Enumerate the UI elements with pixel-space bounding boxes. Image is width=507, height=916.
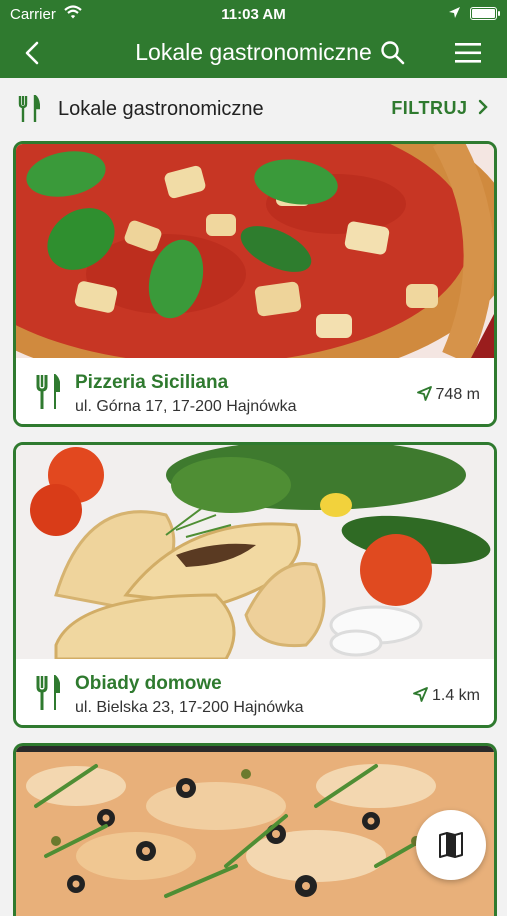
filter-button[interactable]: FILTRUJ xyxy=(391,98,489,119)
map-icon xyxy=(439,832,463,858)
cutlery-icon xyxy=(18,95,40,122)
card-info: Obiady domowe ul. Bielska 23, 17-200 Haj… xyxy=(16,659,494,725)
list-subheader: Lokale gastronomiczne FILTRUJ xyxy=(0,78,507,138)
restaurant-card[interactable]: Pizzeria Siciliana ul. Górna 17, 17-200 … xyxy=(13,141,497,427)
chevron-right-icon xyxy=(478,99,488,115)
hamburger-menu-icon[interactable] xyxy=(453,40,483,66)
card-info: Pizzeria Siciliana ul. Górna 17, 17-200 … xyxy=(16,358,494,424)
nav-bar: Lokale gastronomiczne xyxy=(0,28,507,78)
restaurant-card[interactable]: Obiady domowe ul. Bielska 23, 17-200 Haj… xyxy=(13,442,497,728)
navigation-arrow-icon xyxy=(413,687,428,702)
restaurant-address: ul. Górna 17, 17-200 Hajnówka xyxy=(75,398,297,415)
restaurant-distance: 1.4 km xyxy=(413,687,480,705)
distance-value: 1.4 km xyxy=(431,687,480,704)
filter-label: FILTRUJ xyxy=(391,98,468,118)
restaurant-name: Pizzeria Siciliana xyxy=(75,372,229,393)
dumplings-photo xyxy=(16,445,494,659)
navigation-arrow-icon xyxy=(416,386,432,401)
cutlery-icon xyxy=(36,675,60,710)
location-arrow-icon xyxy=(449,7,460,18)
map-button[interactable] xyxy=(416,810,486,880)
battery-icon xyxy=(470,7,500,20)
distance-value: 748 m xyxy=(435,386,480,403)
restaurant-distance: 748 m xyxy=(416,386,480,404)
status-bar: Carrier 11:03 AM xyxy=(0,0,507,28)
status-time: 11:03 AM xyxy=(221,6,286,23)
pizza-photo xyxy=(16,144,494,358)
cutlery-icon xyxy=(36,374,60,409)
search-icon[interactable] xyxy=(379,39,407,67)
subheader-title: Lokale gastronomiczne xyxy=(58,98,264,120)
top-bar: Carrier 11:03 AM Lokale gastronomiczne xyxy=(0,0,507,78)
page-title: Lokale gastronomiczne xyxy=(135,39,372,65)
restaurant-address: ul. Bielska 23, 17-200 Hajnówka xyxy=(75,699,304,716)
restaurant-name: Obiady domowe xyxy=(75,673,222,694)
